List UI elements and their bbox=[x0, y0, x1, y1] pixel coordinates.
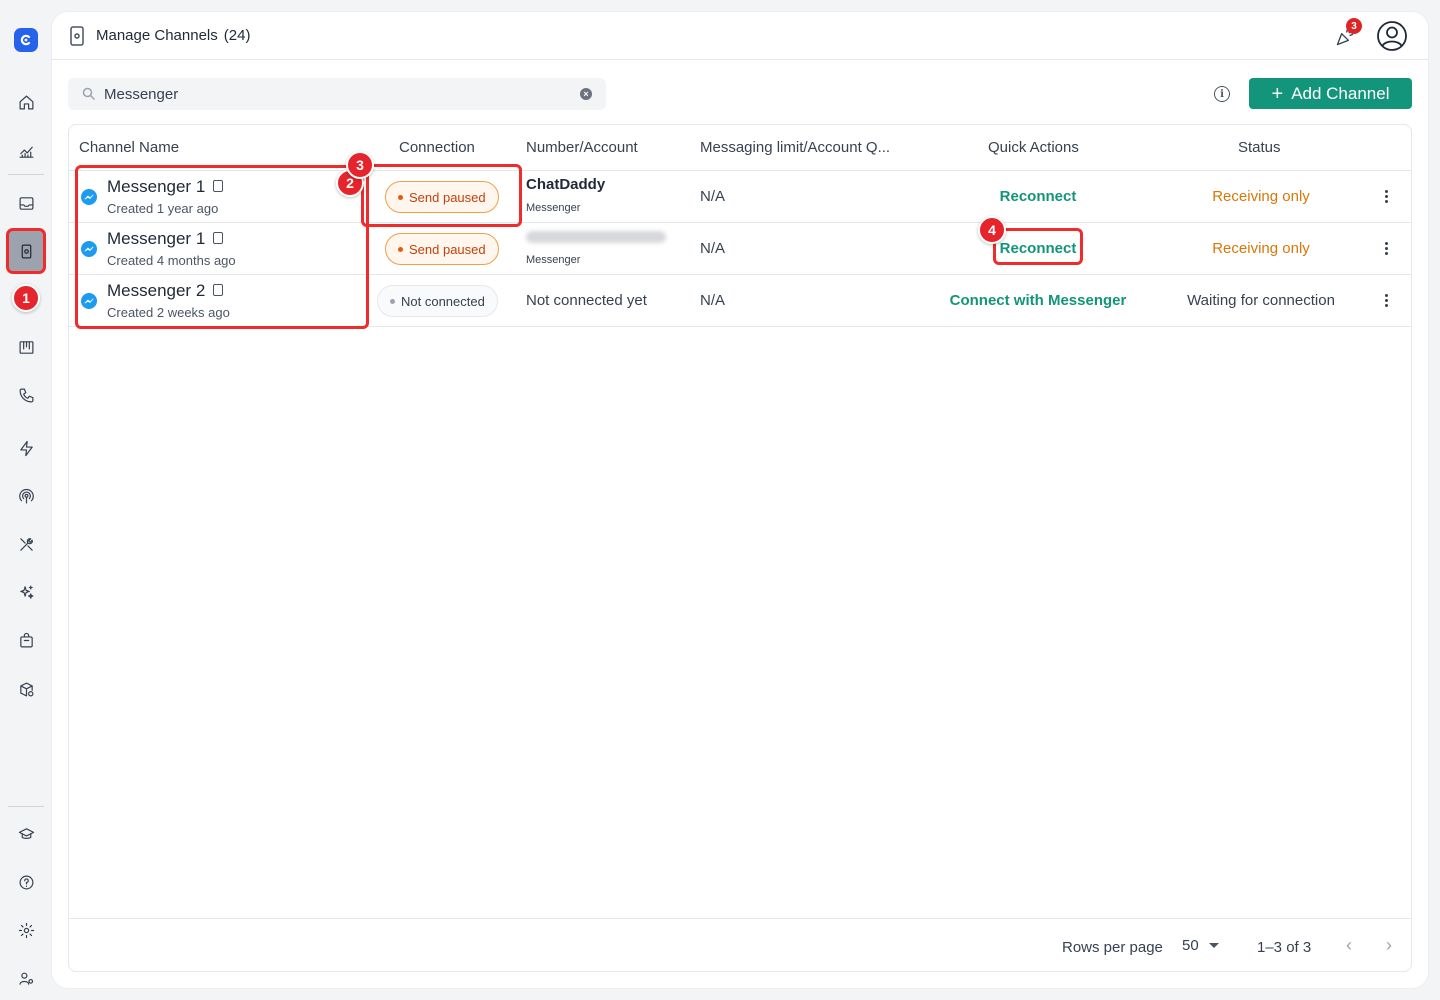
step-1-badge: 1 bbox=[12, 284, 40, 312]
next-page-button[interactable]: › bbox=[1379, 933, 1399, 957]
plus-icon: + bbox=[1271, 82, 1284, 105]
table-row[interactable]: Messenger 2 Created 2 weeks ago Not conn… bbox=[69, 275, 1411, 327]
help-icon[interactable] bbox=[14, 870, 38, 894]
channel-count: (24) bbox=[223, 27, 251, 44]
status-dot bbox=[390, 298, 395, 304]
status-text: Receiving only bbox=[1212, 240, 1310, 257]
reconnect-button[interactable]: Reconnect bbox=[948, 240, 1128, 257]
account-type: Messenger bbox=[526, 254, 581, 266]
sidebar-divider bbox=[8, 174, 44, 175]
column-header-messaging-limit[interactable]: Messaging limit/Account Q... bbox=[700, 139, 890, 156]
messaging-limit: N/A bbox=[700, 188, 726, 205]
academy-icon[interactable] bbox=[14, 822, 38, 846]
shop-icon[interactable] bbox=[14, 628, 38, 652]
channel-name: Messenger 1 bbox=[107, 177, 224, 197]
channel-name: Messenger 1 bbox=[107, 229, 224, 249]
channels-table: Channel Name Connection Number/Account M… bbox=[68, 124, 1412, 972]
channel-created: Created 1 year ago bbox=[107, 201, 219, 216]
page-title-text: Manage Channels bbox=[96, 27, 218, 44]
channel-name-text: Messenger 2 bbox=[107, 281, 206, 300]
status-text: Receiving only bbox=[1212, 188, 1310, 205]
logo-icon[interactable] bbox=[14, 28, 38, 52]
page-header: Manage Channels (24) 3 bbox=[52, 12, 1428, 60]
step-3-badge: 3 bbox=[346, 151, 374, 179]
tools-icon[interactable] bbox=[14, 532, 38, 556]
column-header-quick-actions[interactable]: Quick Actions bbox=[988, 139, 1079, 156]
table-footer: Rows per page 50 1–3 of 3 ‹ › bbox=[69, 918, 1411, 972]
messaging-limit: N/A bbox=[700, 240, 726, 257]
account-name: ChatDaddy bbox=[526, 176, 606, 193]
connection-status-label: Send paused bbox=[409, 241, 486, 257]
channel-name: Messenger 2 bbox=[107, 281, 224, 301]
more-options-icon[interactable] bbox=[1381, 186, 1391, 206]
messaging-limit: N/A bbox=[700, 292, 726, 309]
package-settings-icon[interactable] bbox=[14, 677, 38, 701]
notification-badge: 3 bbox=[1346, 18, 1362, 34]
messenger-icon bbox=[81, 189, 97, 205]
account-type: Messenger bbox=[526, 202, 581, 214]
more-options-icon[interactable] bbox=[1381, 290, 1391, 310]
main-panel: Manage Channels(24) 3 × i + Add Channel … bbox=[52, 12, 1428, 988]
sidebar-divider bbox=[8, 806, 44, 807]
column-header-connection[interactable]: Connection bbox=[399, 139, 475, 156]
more-options-icon[interactable] bbox=[1381, 238, 1391, 258]
table-row[interactable]: Messenger 1 Created 4 months ago Send pa… bbox=[69, 223, 1411, 275]
rows-per-page-select[interactable]: 50 bbox=[1182, 937, 1219, 954]
settings-icon[interactable] bbox=[14, 918, 38, 942]
status-dot bbox=[398, 246, 403, 252]
channel-created: Created 4 months ago bbox=[107, 253, 236, 268]
channel-created: Created 2 weeks ago bbox=[107, 305, 230, 320]
board-icon[interactable] bbox=[14, 335, 38, 359]
copy-icon[interactable] bbox=[213, 232, 224, 244]
clear-search-icon[interactable]: × bbox=[580, 88, 592, 100]
prev-page-button[interactable]: ‹ bbox=[1339, 933, 1359, 957]
info-icon[interactable]: i bbox=[1214, 86, 1230, 102]
broadcast-icon[interactable] bbox=[14, 484, 38, 508]
messenger-icon bbox=[81, 293, 97, 309]
status-text: Waiting for connection bbox=[1187, 292, 1335, 309]
connection-status-pill[interactable]: Send paused bbox=[385, 233, 499, 265]
channel-name-text: Messenger 1 bbox=[107, 177, 206, 196]
connection-status-label: Not connected bbox=[401, 293, 485, 309]
add-channel-label: Add Channel bbox=[1291, 83, 1390, 103]
rows-per-page-value: 50 bbox=[1182, 937, 1199, 954]
copy-icon[interactable] bbox=[213, 284, 224, 296]
sidebar: 1 bbox=[0, 0, 52, 1000]
connection-status-label: Send paused bbox=[409, 189, 486, 205]
connection-status-pill[interactable]: Not connected bbox=[377, 285, 498, 317]
account-name: Not connected yet bbox=[526, 292, 647, 309]
table-row[interactable]: Messenger 1 Created 1 year ago Send paus… bbox=[69, 171, 1411, 223]
reconnect-button[interactable]: Reconnect bbox=[948, 188, 1128, 205]
search-input[interactable] bbox=[104, 78, 564, 110]
add-channel-button[interactable]: + Add Channel bbox=[1249, 78, 1412, 109]
connection-status-pill[interactable]: Send paused bbox=[385, 181, 499, 213]
channels-icon bbox=[70, 26, 84, 46]
rows-per-page-label: Rows per page bbox=[1062, 939, 1163, 956]
column-header-channel-name[interactable]: Channel Name bbox=[79, 139, 179, 156]
channel-name-text: Messenger 1 bbox=[107, 229, 206, 248]
team-icon[interactable] bbox=[14, 966, 38, 990]
search-bar: × bbox=[68, 78, 606, 110]
search-icon bbox=[82, 87, 96, 101]
channels-icon[interactable] bbox=[6, 228, 46, 274]
page-title: Manage Channels (24) bbox=[96, 27, 250, 44]
column-header-number-account[interactable]: Number/Account bbox=[526, 139, 638, 156]
ai-icon[interactable] bbox=[14, 580, 38, 604]
inbox-icon[interactable] bbox=[14, 191, 38, 215]
copy-icon[interactable] bbox=[213, 180, 224, 192]
home-icon[interactable] bbox=[14, 90, 38, 114]
automation-icon[interactable] bbox=[14, 436, 38, 460]
column-header-status[interactable]: Status bbox=[1238, 139, 1281, 156]
pagination-range: 1–3 of 3 bbox=[1257, 939, 1312, 956]
phone-icon[interactable] bbox=[14, 383, 38, 407]
chevron-down-icon bbox=[1208, 943, 1219, 948]
messenger-icon bbox=[81, 241, 97, 257]
avatar[interactable] bbox=[1376, 20, 1408, 52]
account-name-redacted bbox=[526, 231, 666, 243]
step-4-badge: 4 bbox=[978, 216, 1006, 244]
analytics-icon[interactable] bbox=[14, 139, 38, 163]
connect-with-messenger-button[interactable]: Connect with Messenger bbox=[948, 292, 1128, 309]
status-dot bbox=[398, 194, 403, 200]
table-header: Channel Name Connection Number/Account M… bbox=[69, 125, 1411, 171]
